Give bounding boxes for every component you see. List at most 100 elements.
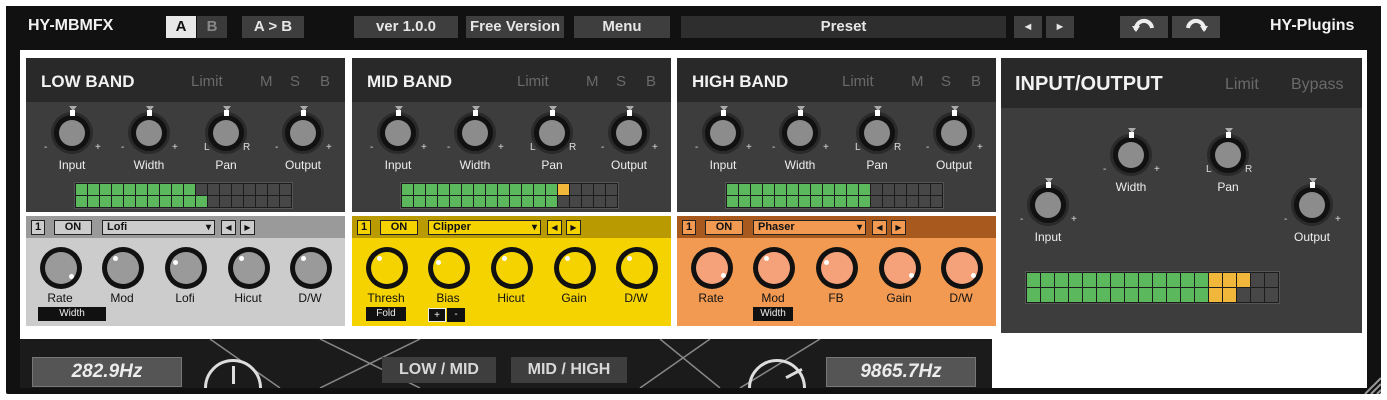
mid-output-knob[interactable]: - + Output [599,104,659,178]
high-band-s-button[interactable]: S [941,73,951,90]
knob-body[interactable] [51,112,93,154]
io-pan-knob[interactable]: L R Pan [1198,126,1258,200]
fx-knob-body[interactable] [428,247,470,289]
resize-handle-icon[interactable] [1361,374,1381,394]
fx-knob-body[interactable] [290,247,332,289]
mid-band-m-button[interactable]: M [586,73,599,90]
low-fx-prev-icon[interactable]: ◀ [221,220,236,235]
mid-fx-gain-knob[interactable]: Gain [546,247,602,317]
ab-b-button[interactable]: B [197,16,227,38]
mid-band-b-button[interactable]: B [646,73,656,90]
knob-body[interactable] [1207,134,1249,176]
high-fx-on-button[interactable]: ON [705,220,743,235]
low-band-s-button[interactable]: S [290,73,300,90]
low-band-m-button[interactable]: M [260,73,273,90]
high-width-knob[interactable]: - + Width [770,104,830,178]
high-fx-effect-select[interactable]: Phaser [753,220,866,235]
knob-body[interactable] [933,112,975,154]
mid-fx-bias-knob[interactable]: Bias [420,247,476,317]
io-output-knob[interactable]: - + Output [1282,176,1342,250]
high-fx-width-button[interactable]: Width [753,307,793,321]
fx-knob-body[interactable] [228,247,270,289]
copy-a-to-b-button[interactable]: A > B [242,16,304,38]
fx-knob-body[interactable] [941,247,983,289]
fx-knob-body[interactable] [491,247,533,289]
mid-fx-slot-button[interactable]: 1 [357,220,371,235]
high-crossover-frequency[interactable]: 9865.7Hz [826,357,976,387]
preset-next-icon[interactable]: ► [1046,16,1074,38]
mid-fx-hicut-knob[interactable]: Hicut [483,247,539,317]
fx-knob-body[interactable] [165,247,207,289]
knob-body[interactable] [128,112,170,154]
high-fx-gain-knob[interactable]: Gain [871,247,927,317]
high-fx-fb-knob[interactable]: FB [808,247,864,317]
low-width-knob[interactable]: - + Width [119,104,179,178]
knob-body[interactable] [531,112,573,154]
high-input-knob[interactable]: - + Input [693,104,753,178]
high-pan-knob[interactable]: L R Pan [847,104,907,178]
fx-knob-body[interactable] [816,247,858,289]
mid-fx-effect-select[interactable]: Clipper [428,220,541,235]
mid-width-knob[interactable]: - + Width [445,104,505,178]
low-input-knob[interactable]: - + Input [42,104,102,178]
fx-knob-body[interactable] [879,247,921,289]
high-fx-rate-knob[interactable]: Rate [683,247,739,317]
mid-fx-dw-knob[interactable]: D/W [608,247,664,317]
low-band-limit-button[interactable]: Limit [191,73,223,90]
fx-knob-body[interactable] [40,247,82,289]
low-mid-button[interactable]: LOW / MID [382,357,496,383]
knob-body[interactable] [1110,134,1152,176]
low-fx-on-button[interactable]: ON [54,220,92,235]
mid-fx-fold-button[interactable]: Fold [366,307,406,321]
fx-knob-body[interactable] [691,247,733,289]
low-crossover-frequency[interactable]: 282.9Hz [32,357,182,387]
low-pan-knob[interactable]: L R Pan [196,104,256,178]
ab-a-button[interactable]: A [166,16,196,38]
io-input-knob[interactable]: - + Input [1018,176,1078,250]
high-band-limit-button[interactable]: Limit [842,73,874,90]
low-fx-slot-button[interactable]: 1 [31,220,45,235]
io-limit-button[interactable]: Limit [1225,76,1259,94]
knob-body[interactable] [779,112,821,154]
knob-body[interactable] [1027,184,1069,226]
preset-selector[interactable]: Preset [681,16,1006,38]
fx-knob-body[interactable] [554,247,596,289]
knob-body[interactable] [205,112,247,154]
high-fx-prev-icon[interactable]: ◀ [872,220,887,235]
io-bypass-button[interactable]: Bypass [1291,76,1343,94]
knob-body[interactable] [856,112,898,154]
high-band-b-button[interactable]: B [971,73,981,90]
redo-icon[interactable] [1172,16,1220,38]
knob-body[interactable] [377,112,419,154]
knob-body[interactable] [282,112,324,154]
mid-fx-bias-minus-button[interactable]: - [447,308,465,322]
knob-body[interactable] [702,112,744,154]
fx-knob-body[interactable] [102,247,144,289]
low-fx-lofi-knob[interactable]: Lofi [157,247,213,317]
mid-fx-next-icon[interactable]: ▶ [566,220,581,235]
mid-fx-on-button[interactable]: ON [380,220,418,235]
low-output-knob[interactable]: - + Output [273,104,333,178]
mid-fx-bias-plus-button[interactable]: + [428,308,446,322]
low-fx-effect-select[interactable]: Lofi [102,220,215,235]
free-version-button[interactable]: Free Version [466,16,564,38]
preset-prev-icon[interactable]: ◄ [1014,16,1042,38]
low-fx-dw-knob[interactable]: D/W [282,247,338,317]
high-fx-slot-button[interactable]: 1 [682,220,696,235]
high-output-knob[interactable]: - + Output [924,104,984,178]
fx-knob-body[interactable] [753,247,795,289]
fx-knob-body[interactable] [616,247,658,289]
mid-high-button[interactable]: MID / HIGH [511,357,627,383]
knob-body[interactable] [1291,184,1333,226]
mid-fx-prev-icon[interactable]: ◀ [547,220,562,235]
high-band-m-button[interactable]: M [911,73,924,90]
knob-body[interactable] [454,112,496,154]
low-fx-next-icon[interactable]: ▶ [240,220,255,235]
mid-pan-knob[interactable]: L R Pan [522,104,582,178]
knob-body[interactable] [608,112,650,154]
undo-icon[interactable] [1120,16,1168,38]
mid-band-s-button[interactable]: S [616,73,626,90]
low-band-b-button[interactable]: B [320,73,330,90]
low-fx-hicut-knob[interactable]: Hicut [220,247,276,317]
low-fx-width-button[interactable]: Width [38,307,106,321]
